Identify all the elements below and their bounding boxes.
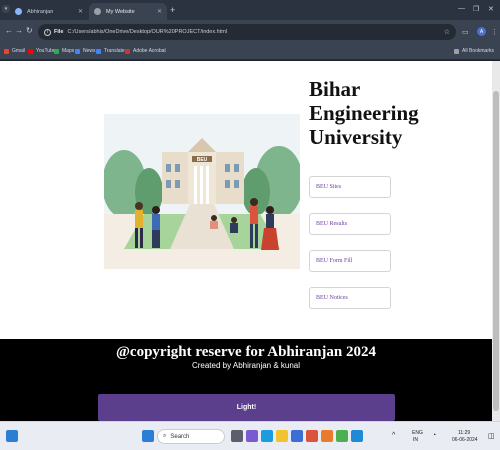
page-scrollbar[interactable] xyxy=(492,61,500,421)
bookmark-label: Translate xyxy=(104,48,125,54)
page-footer: @copyright reserve for Abhiranjan 2024 C… xyxy=(0,339,492,421)
bookmark-maps[interactable]: Maps xyxy=(54,48,74,54)
bookmark-translate[interactable]: Translate xyxy=(96,48,125,54)
beu-notices-link[interactable]: BEU Notices xyxy=(309,287,391,309)
profile-avatar[interactable]: A xyxy=(477,27,486,36)
extensions-icon[interactable]: ▭ xyxy=(462,28,469,36)
maximize-icon[interactable]: ❐ xyxy=(473,5,479,13)
bookmark-label: Gmail xyxy=(12,48,26,54)
tray-chevron-icon[interactable]: ^ xyxy=(392,432,395,439)
web-page: BEU Bihar Engineering University BEU Sit… xyxy=(0,61,492,421)
url-text[interactable]: C:/Users/abhis/OneDrive/Desktop/OUR%20PR… xyxy=(67,29,227,35)
explorer-icon[interactable] xyxy=(276,430,288,442)
taskbar-search[interactable]: ⌕ Search xyxy=(157,429,225,444)
copyright-text: @copyright reserve for Abhiranjan 2024 xyxy=(115,344,377,360)
task-view-icon[interactable] xyxy=(231,430,243,442)
vscode-icon[interactable] xyxy=(351,430,363,442)
translate-icon xyxy=(96,48,101,54)
widgets-icon[interactable] xyxy=(6,430,18,442)
gmail-icon xyxy=(4,48,9,54)
close-window-icon[interactable]: ✕ xyxy=(488,5,494,13)
tab-abhiranjan[interactable]: Abhiranjan ✕ xyxy=(10,3,88,20)
store-icon[interactable] xyxy=(291,430,303,442)
youtube-icon xyxy=(28,48,33,54)
edge-icon[interactable] xyxy=(261,430,273,442)
search-placeholder: Search xyxy=(170,433,190,440)
clock-date[interactable]: 06-06-2024 xyxy=(452,437,478,443)
url-scheme: File xyxy=(54,29,64,35)
folder-icon xyxy=(454,48,460,54)
close-tab-icon[interactable]: ✕ xyxy=(78,8,83,15)
bookmark-gmail[interactable]: Gmail xyxy=(4,48,25,54)
tab-title: Abhiranjan xyxy=(27,8,54,15)
bookmark-label: All Bookmarks xyxy=(462,48,494,54)
start-button[interactable] xyxy=(142,430,154,442)
bookmark-news[interactable]: News xyxy=(75,48,96,54)
forward-icon[interactable]: → xyxy=(15,26,23,35)
page-title: Bihar Engineering University xyxy=(309,77,419,149)
university-campus-illustration: BEU xyxy=(104,114,300,269)
light-mode-button[interactable]: Light! xyxy=(98,394,395,421)
bookmark-label: Maps xyxy=(62,48,75,54)
beu-form-fill-link[interactable]: BEU Form Fill xyxy=(309,250,391,272)
bookmark-label: Adobe Acrobat xyxy=(133,48,166,54)
back-icon[interactable]: ← xyxy=(5,26,13,35)
search-icon: ⌕ xyxy=(163,433,167,439)
address-bar[interactable]: i File C:/Users/abhis/OneDrive/Desktop/O… xyxy=(38,24,456,40)
tab-my-website[interactable]: My Website ✕ xyxy=(89,3,167,20)
all-bookmarks-button[interactable]: All Bookmarks xyxy=(454,48,494,54)
tab-favicon-icon xyxy=(94,8,101,15)
menu-icon[interactable]: ⋮ xyxy=(491,28,498,36)
clock-time[interactable]: 11:29 xyxy=(458,430,470,436)
beu-results-link[interactable]: BEU Results xyxy=(309,213,391,235)
bookmark-label: YouTube xyxy=(36,48,56,54)
tab-strip: ▾ Abhiranjan ✕ My Website ✕ + — ❐ ✕ xyxy=(0,0,500,20)
maps-icon xyxy=(54,48,59,54)
new-tab-button[interactable]: + xyxy=(170,5,175,15)
close-tab-icon[interactable]: ✕ xyxy=(157,8,162,15)
building-sign: BEU xyxy=(197,157,208,163)
acrobat-icon xyxy=(125,48,130,54)
campus-svg: BEU xyxy=(104,114,300,269)
site-info-icon[interactable]: i xyxy=(44,28,51,36)
credits-text: Created by Abhiranjan & kunal xyxy=(191,361,301,370)
news-icon xyxy=(75,48,80,54)
tab-favicon-icon xyxy=(15,8,22,15)
bookmark-label: News xyxy=(83,48,96,54)
browser-toolbar: ← → ↻ i File C:/Users/abhis/OneDrive/Des… xyxy=(0,20,500,44)
mail-icon[interactable] xyxy=(306,430,318,442)
region-indicator[interactable]: IN xyxy=(413,437,418,443)
wifi-icon[interactable]: ◔ xyxy=(432,432,436,439)
bookmark-adobe-acrobat[interactable]: Adobe Acrobat xyxy=(125,48,166,54)
taskbar: ⌕ Search ^ ENG IN ◔ 11:29 06-06-2024 ◫ xyxy=(0,421,500,450)
reload-icon[interactable]: ↻ xyxy=(26,26,33,35)
tab-title: My Website xyxy=(106,8,135,15)
beu-sites-link[interactable]: BEU Sites xyxy=(309,176,391,198)
bookmarks-bar: Gmail YouTube Maps News Translate Adobe … xyxy=(0,44,500,60)
tab-search-button[interactable]: ▾ xyxy=(2,5,10,13)
chrome-icon[interactable] xyxy=(336,430,348,442)
scrollbar-thumb[interactable] xyxy=(493,91,499,411)
notification-icon[interactable]: ◫ xyxy=(488,432,495,440)
bookmark-star-icon[interactable]: ☆ xyxy=(444,28,450,36)
app-icon[interactable] xyxy=(321,430,333,442)
copilot-icon[interactable] xyxy=(246,430,258,442)
language-indicator[interactable]: ENG xyxy=(412,430,423,436)
minimize-icon[interactable]: — xyxy=(458,5,465,12)
bookmark-youtube[interactable]: YouTube xyxy=(28,48,56,54)
